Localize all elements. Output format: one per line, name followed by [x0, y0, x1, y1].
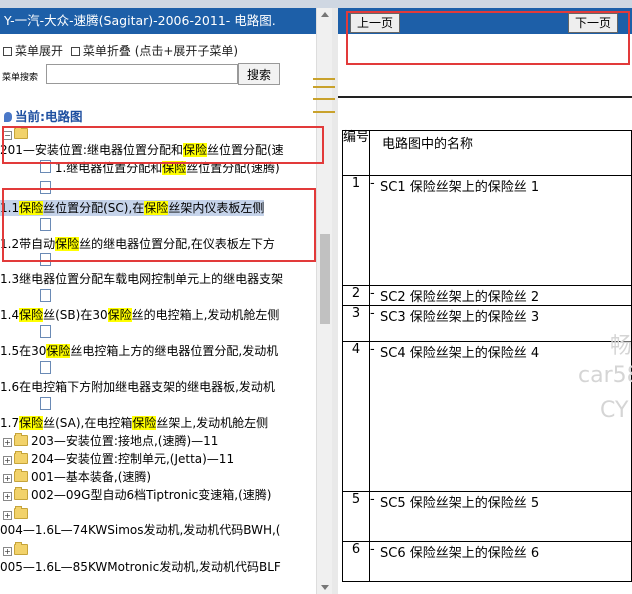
search-button[interactable]: 搜索: [238, 63, 280, 85]
column-header-name: 电路图中的名称: [369, 130, 632, 176]
tree-item-1-4[interactable]: 1.4保险丝(SB)在30保险丝的电控箱上,发动机舱左侧: [0, 307, 279, 323]
column-header-number: 编号: [342, 130, 370, 176]
header-rule: [338, 96, 632, 98]
content-pane: 上一页 下一页 编号 电路图中的名称 1 - SC1 保险丝架上的保险丝 1 2…: [338, 8, 632, 594]
folder-icon: [14, 433, 28, 446]
table-row: 6 - SC6 保险丝架上的保险丝 6: [342, 541, 632, 582]
search-label: 菜单搜索: [2, 73, 39, 83]
expand-toggle-icon[interactable]: +: [3, 511, 12, 520]
tree-item-1-6[interactable]: 1.6在电控箱下方附加继电器支架的继电器板,发动机: [0, 379, 275, 395]
document-icon: [40, 325, 51, 338]
tree-node-005[interactable]: +: [3, 542, 31, 558]
tree-item-1-7[interactable]: 1.7保险丝(SA),在电控箱保险丝架上,发动机舱左侧: [0, 415, 268, 431]
highlight-box-nav: [346, 11, 630, 65]
folder-icon: [14, 451, 28, 464]
collapse-icon: [70, 46, 80, 56]
tree-item-004[interactable]: 004—1.6L—74KWSimos发动机,发动机代码BWH,(: [0, 522, 281, 538]
table-row: 2 - SC2 保险丝架上的保险丝 2: [342, 285, 632, 306]
tree-item-204[interactable]: +204—安装位置:控制单元,(Jetta)—11: [3, 451, 234, 467]
folder-icon: [14, 469, 28, 482]
expand-toggle-icon[interactable]: +: [3, 438, 12, 447]
current-label: 当前:电路图: [15, 109, 83, 124]
menu-expand-link[interactable]: 菜单展开: [15, 44, 63, 58]
tree-item-002[interactable]: +002—09G型自动6档Tiptronic变速箱,(速腾): [3, 487, 271, 503]
document-icon: [40, 361, 51, 374]
tree-doc-1-5: [40, 325, 51, 341]
menu-toggle-row: 菜单展开 菜单折叠 (点击+展开子菜单): [3, 42, 238, 59]
table-row: 3 - SC3 保险丝架上的保险丝 3: [342, 305, 632, 342]
tree-item-001[interactable]: +001—基本装备,(速腾): [3, 469, 151, 485]
tree-item-1-3[interactable]: 1.3继电器位置分配车载电网控制单元上的继电器支架: [0, 271, 283, 287]
folder-icon: [14, 542, 28, 555]
tree-item-005[interactable]: 005—1.6L—85KWMotronic发动机,发动机代码BLF: [0, 559, 281, 575]
tree-doc-1-4: [40, 289, 51, 305]
expand-toggle-icon[interactable]: +: [3, 547, 12, 556]
table-header-row: 编号 电路图中的名称: [342, 130, 632, 176]
scrollbar-thumb[interactable]: [320, 234, 330, 324]
expand-icon: [3, 46, 12, 56]
menu-pane: Y-一汽-大众-速腾(Sagitar)-2006-2011- 电路图. 菜单展开…: [0, 8, 332, 594]
menu-hint: (点击+展开子菜单): [134, 44, 239, 58]
tree-node-004[interactable]: +: [3, 506, 31, 522]
tree-doc-1-7: [40, 397, 51, 413]
folder-icon: [14, 487, 28, 500]
document-icon: [40, 397, 51, 410]
table-row: 1 - SC1 保险丝架上的保险丝 1: [342, 175, 632, 286]
highlight-box-items-1-1-1-2: [2, 188, 316, 262]
location-pin-icon: [4, 112, 12, 122]
search-input[interactable]: [46, 64, 238, 84]
splitter-grip-line: [313, 78, 335, 80]
scroll-up-arrow-icon[interactable]: [321, 12, 329, 17]
splitter-grip-line: [313, 111, 335, 113]
highlight-box-item-201: [2, 126, 324, 164]
table-row: 4 - SC4 保险丝架上的保险丝 4: [342, 341, 632, 492]
splitter-grip-line: [313, 86, 335, 88]
tree-doc-1-6: [40, 361, 51, 377]
document-icon: [40, 289, 51, 302]
menu-collapse-link[interactable]: 菜单折叠: [83, 44, 131, 58]
menu-title: Y-一汽-大众-速腾(Sagitar)-2006-2011- 电路图.: [0, 8, 316, 34]
current-location: 当前:电路图: [4, 106, 83, 125]
table-row: 5 - SC5 保险丝架上的保险丝 5: [342, 491, 632, 542]
expand-toggle-icon[interactable]: +: [3, 456, 12, 465]
menu-scrollbar[interactable]: [316, 8, 332, 594]
expand-toggle-icon[interactable]: +: [3, 492, 12, 501]
tree-item-203[interactable]: +203—安装位置:接地点,(速腾)—11: [3, 433, 218, 449]
expand-toggle-icon[interactable]: +: [3, 474, 12, 483]
tree-item-1-5[interactable]: 1.5在30保险丝电控箱上方的继电器位置分配,发动机: [0, 343, 278, 359]
scroll-down-arrow-icon[interactable]: [321, 585, 329, 590]
fuse-table: 编号 电路图中的名称 1 - SC1 保险丝架上的保险丝 1 2 - SC2 保…: [342, 130, 632, 582]
window-top-strip: [0, 0, 632, 8]
folder-icon: [14, 506, 28, 519]
splitter-grip-line: [313, 98, 335, 100]
